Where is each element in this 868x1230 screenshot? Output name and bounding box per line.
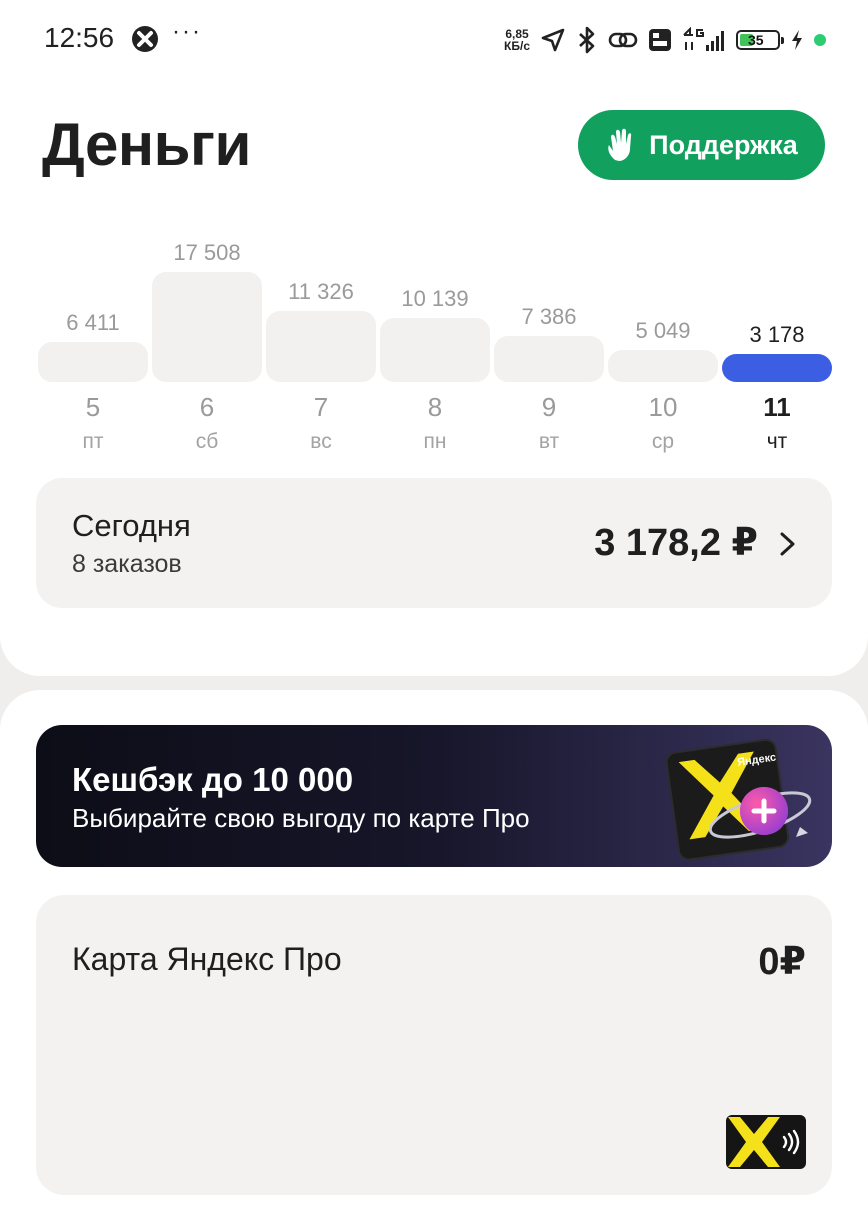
page-title: Деньги [42, 111, 251, 178]
status-icons: 6,85 КБ/с 35 [504, 22, 826, 58]
chart-bar[interactable] [266, 311, 376, 382]
banner-title: Кешбэк до 10 000 [72, 761, 354, 798]
chart-day-number: 7 [313, 392, 329, 422]
chart-weekday: сб [195, 430, 219, 453]
chart-weekday: пт [82, 430, 104, 453]
chart-day-number: 8 [427, 392, 443, 422]
chart-bar-value: 17 508 [173, 240, 241, 265]
today-orders-count: 8 заказов [72, 550, 182, 578]
support-button-label: Поддержка [649, 129, 798, 160]
pro-card-thumbnail [726, 1115, 806, 1169]
chart-bar-value: 7 386 [521, 304, 577, 329]
battery-level: 35 [748, 32, 764, 48]
chart-day-number: 11 [763, 392, 791, 422]
more-notifications-icon: ··· [172, 18, 202, 45]
chart-bar[interactable] [380, 318, 490, 382]
signal-4g-icon [683, 27, 724, 51]
chart-bar-value: 10 139 [401, 286, 469, 311]
earnings-bar-chart: 6 411 5 пт 17 508 6 сб 11 326 7 вс 10 139 8 пн 7 386… [0, 230, 868, 460]
yandex-pro-card-section[interactable]: Карта Яндекс Про 0₽ [36, 895, 832, 1195]
privacy-indicator-dot [814, 34, 826, 46]
battery-tip [781, 37, 784, 44]
pro-card-promo-illustration: Яндекс [665, 738, 812, 861]
chart-bar-value: 5 049 [635, 318, 691, 343]
chart-weekday: ср [651, 430, 675, 453]
status-time: 12:56 [44, 22, 115, 53]
hotspot-link-icon [608, 32, 638, 48]
banner-subtitle: Выбирайте свою выгоду по карте Про [72, 803, 530, 833]
chart-day-number: 10 [648, 392, 678, 422]
chart-weekday: вт [538, 430, 560, 453]
location-icon [541, 28, 565, 52]
chart-bar[interactable] [152, 272, 262, 382]
chart-day-number: 9 [541, 392, 557, 422]
card-pro-balance: 0₽ [758, 941, 806, 983]
chart-weekday: пн [423, 430, 447, 453]
chart-bar-value: 11 326 [288, 279, 354, 304]
volte-icon [649, 29, 671, 51]
battery-icon: 35 [736, 30, 784, 50]
chart-day-number: 5 [85, 392, 101, 422]
app-notification-icon [132, 26, 158, 52]
chart-bar[interactable] [608, 350, 718, 382]
chart-bar[interactable] [722, 354, 832, 382]
waving-hand-icon [608, 128, 632, 161]
chart-bar-value: 6 411 [66, 310, 120, 335]
card-pro-title: Карта Яндекс Про [72, 941, 342, 977]
chart-day-number: 6 [199, 392, 215, 422]
charging-icon [792, 30, 802, 50]
chart-weekday: чт [766, 430, 788, 453]
net-speed-unit: КБ/с [504, 39, 530, 53]
chart-weekday: вс [310, 430, 332, 453]
chart-bar[interactable] [494, 336, 604, 382]
cashback-promo-banner[interactable]: Кешбэк до 10 000 Выбирайте свою выгоду п… [36, 725, 832, 867]
support-button[interactable]: Поддержка [578, 110, 825, 180]
bluetooth-icon [579, 26, 595, 54]
today-title: Сегодня [72, 508, 191, 543]
chart-bar[interactable] [38, 342, 148, 382]
today-summary-card[interactable]: Сегодня 8 заказов 3 178,2 ₽ [36, 478, 832, 608]
chevron-right-icon [780, 532, 795, 556]
net-speed: 6,85 КБ/с [504, 28, 530, 52]
chart-bar-value: 3 178 [749, 322, 805, 347]
today-amount: 3 178,2 ₽ [594, 522, 758, 564]
